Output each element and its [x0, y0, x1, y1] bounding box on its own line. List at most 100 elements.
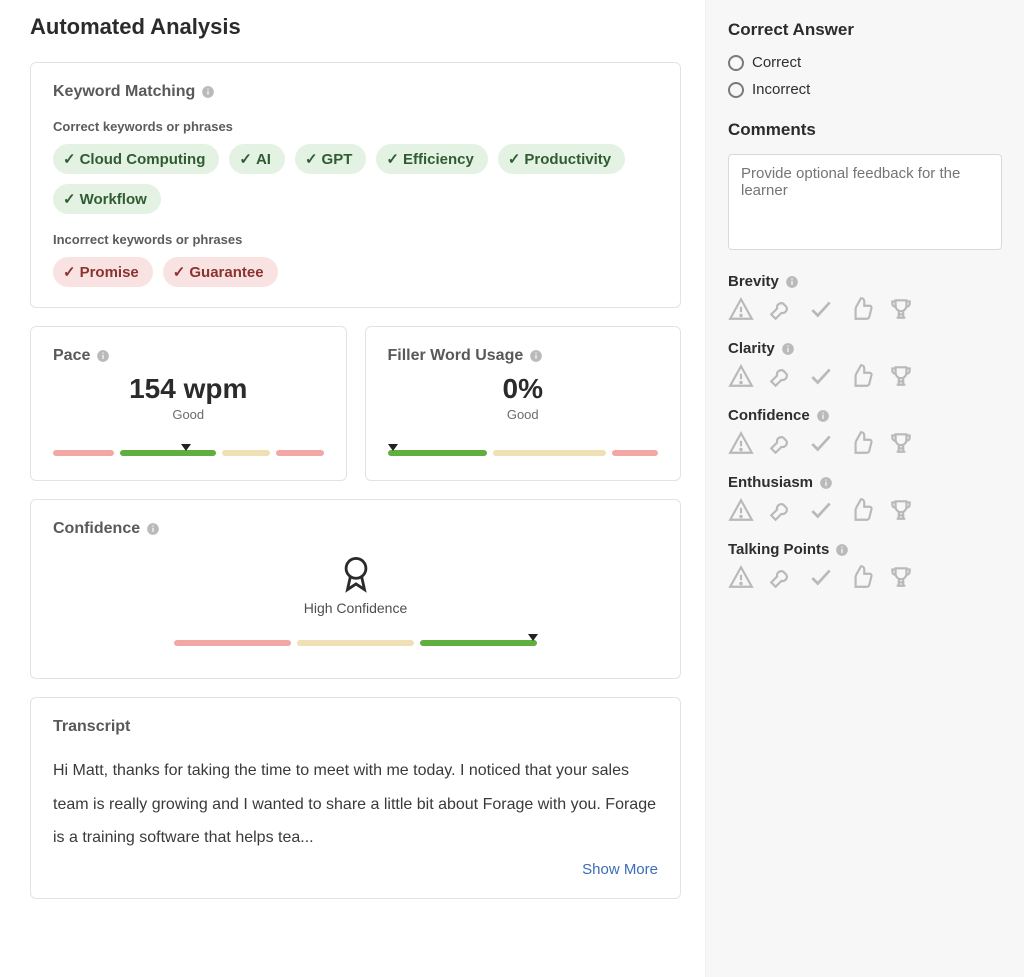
warning-icon[interactable] — [728, 497, 754, 523]
trophy-icon[interactable] — [888, 363, 914, 389]
criterion-block: Clarity — [728, 340, 1002, 389]
correct-answer-option[interactable]: Correct — [728, 54, 1002, 71]
bar-segment — [120, 450, 216, 456]
check-icon[interactable] — [808, 296, 834, 322]
radio-icon — [728, 55, 744, 71]
bar-segment — [612, 450, 658, 456]
rating-icon-row — [728, 497, 1002, 523]
info-icon[interactable] — [529, 349, 543, 363]
wrench-icon[interactable] — [768, 430, 794, 456]
thumbs-up-icon[interactable] — [848, 497, 874, 523]
transcript-body: Hi Matt, thanks for taking the time to m… — [53, 754, 658, 855]
criterion-title: Clarity — [728, 340, 1002, 357]
check-icon: ✓ — [63, 190, 76, 208]
bar-pointer — [181, 444, 191, 451]
filler-card: Filler Word Usage 0% Good — [365, 326, 682, 481]
trophy-icon[interactable] — [888, 430, 914, 456]
keyword-chip: ✓ Productivity — [498, 144, 625, 174]
thumbs-up-icon[interactable] — [848, 296, 874, 322]
check-icon[interactable] — [808, 564, 834, 590]
incorrect-keywords-list: ✓ Promise ✓ Guarantee — [53, 257, 658, 287]
rating-icon-row — [728, 363, 1002, 389]
bar-pointer — [388, 444, 398, 451]
pace-rating: Good — [53, 407, 324, 422]
check-icon[interactable] — [808, 363, 834, 389]
confidence-label: High Confidence — [304, 600, 408, 616]
pace-bar — [53, 450, 324, 460]
info-icon[interactable] — [96, 349, 110, 363]
radio-icon — [728, 82, 744, 98]
side-panel: Correct Answer Correct Incorrect Comments… — [705, 0, 1024, 977]
criterion-title: Brevity — [728, 273, 1002, 290]
rating-icon-row — [728, 296, 1002, 322]
check-icon: ✓ — [63, 263, 76, 281]
show-more-link[interactable]: Show More — [53, 861, 658, 878]
bar-segment — [420, 640, 537, 646]
comments-textarea[interactable] — [728, 154, 1002, 250]
correct-answer-option[interactable]: Incorrect — [728, 81, 1002, 98]
keyword-chip: ✓ Guarantee — [163, 257, 278, 287]
correct-keywords-label: Correct keywords or phrases — [53, 119, 658, 134]
info-icon[interactable] — [781, 342, 795, 356]
wrench-icon[interactable] — [768, 564, 794, 590]
confidence-title: Confidence — [53, 520, 140, 538]
rating-icon-row — [728, 430, 1002, 456]
page-title: Automated Analysis — [30, 14, 681, 40]
confidence-card: Confidence High Confidence — [30, 499, 681, 679]
correct-answer-heading: Correct Answer — [728, 20, 1002, 40]
thumbs-up-icon[interactable] — [848, 363, 874, 389]
wrench-icon[interactable] — [768, 497, 794, 523]
check-icon[interactable] — [808, 497, 834, 523]
pace-title: Pace — [53, 347, 90, 365]
criterion-title: Confidence — [728, 407, 1002, 424]
criterion-block: Talking Points — [728, 541, 1002, 590]
thumbs-up-icon[interactable] — [848, 430, 874, 456]
pace-value: 154 wpm — [53, 373, 324, 405]
trophy-icon[interactable] — [888, 296, 914, 322]
info-icon[interactable] — [146, 522, 160, 536]
pace-card: Pace 154 wpm Good — [30, 326, 347, 481]
keyword-chip: ✓ Efficiency — [376, 144, 487, 174]
info-icon[interactable] — [785, 275, 799, 289]
criterion-block: Brevity — [728, 273, 1002, 322]
bar-segment — [53, 450, 114, 456]
trophy-icon[interactable] — [888, 497, 914, 523]
warning-icon[interactable] — [728, 363, 754, 389]
check-icon: ✓ — [239, 150, 252, 168]
incorrect-keywords-label: Incorrect keywords or phrases — [53, 232, 658, 247]
info-icon[interactable] — [201, 85, 215, 99]
check-icon: ✓ — [63, 150, 76, 168]
check-icon: ✓ — [173, 263, 186, 281]
thumbs-up-icon[interactable] — [848, 564, 874, 590]
keyword-chip: ✓ Cloud Computing — [53, 144, 219, 174]
criterion-title: Talking Points — [728, 541, 1002, 558]
keyword-chip: ✓ Promise — [53, 257, 153, 287]
check-icon: ✓ — [386, 150, 399, 168]
warning-icon[interactable] — [728, 296, 754, 322]
filler-value: 0% — [388, 373, 659, 405]
correct-keywords-list: ✓ Cloud Computing✓ AI✓ GPT✓ Efficiency✓ … — [53, 144, 658, 214]
wrench-icon[interactable] — [768, 363, 794, 389]
check-icon: ✓ — [508, 150, 521, 168]
filler-bar — [388, 450, 659, 460]
criterion-block: Enthusiasm — [728, 474, 1002, 523]
ribbon-icon — [339, 554, 373, 594]
main-panel: Automated Analysis Keyword Matching Corr… — [0, 0, 705, 977]
radio-label: Incorrect — [752, 81, 810, 98]
info-icon[interactable] — [816, 409, 830, 423]
criterion-title: Enthusiasm — [728, 474, 1002, 491]
info-icon[interactable] — [835, 543, 849, 557]
bar-segment — [276, 450, 324, 456]
info-icon[interactable] — [819, 476, 833, 490]
transcript-title: Transcript — [53, 718, 130, 736]
check-icon[interactable] — [808, 430, 834, 456]
check-icon: ✓ — [305, 150, 318, 168]
filler-rating: Good — [388, 407, 659, 422]
warning-icon[interactable] — [728, 564, 754, 590]
warning-icon[interactable] — [728, 430, 754, 456]
comments-heading: Comments — [728, 120, 1002, 140]
wrench-icon[interactable] — [768, 296, 794, 322]
transcript-card: Transcript Hi Matt, thanks for taking th… — [30, 697, 681, 899]
trophy-icon[interactable] — [888, 564, 914, 590]
filler-title: Filler Word Usage — [388, 347, 524, 365]
